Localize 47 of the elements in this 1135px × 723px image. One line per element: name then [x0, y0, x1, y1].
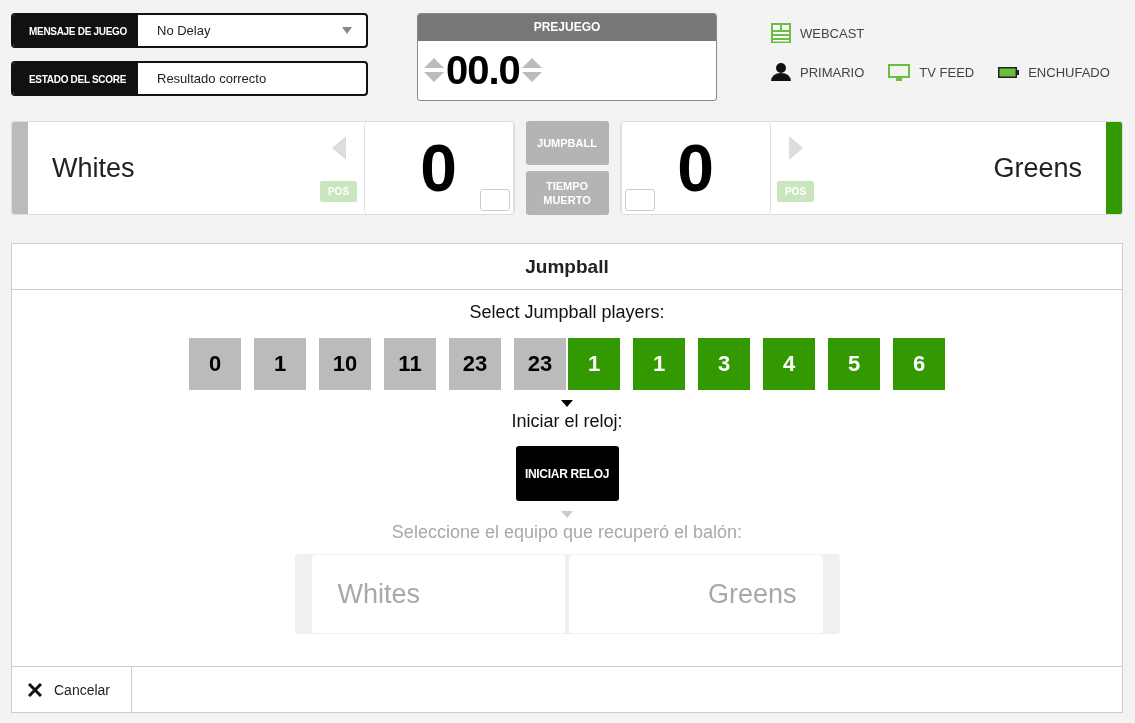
player-button[interactable]: 5 [828, 338, 880, 390]
message-dropdown[interactable]: MENSAJE DE JUEGO No Delay [11, 13, 368, 48]
player-button[interactable]: 23 [514, 338, 566, 390]
prompt-text: Seleccione el equipo que recuperó el balón: [391, 522, 743, 543]
field-label: ESTADO DEL SCORE [13, 63, 138, 94]
right-arrow-icon[interactable] [788, 136, 803, 160]
prompt-text: Iniciar el reloj: [511, 411, 623, 432]
team-score: 0 [420, 130, 457, 206]
action-button[interactable]: TIEMPO MUERTO [525, 171, 609, 215]
player-button[interactable]: 0 [189, 338, 241, 390]
status-label: ENCHUFADO [1028, 64, 1110, 80]
player-button[interactable]: 23 [449, 338, 501, 390]
small-box[interactable] [479, 189, 510, 211]
start-clock-button[interactable]: INICIAR RELOJ [515, 446, 619, 501]
player-button[interactable]: 1 [568, 338, 620, 390]
person-icon [771, 63, 791, 81]
player-button[interactable]: 1 [633, 338, 685, 390]
action-button[interactable]: JUMPBALL [525, 121, 609, 165]
monitor-icon [888, 63, 911, 81]
team-score: 0 [677, 130, 714, 206]
close-icon [28, 682, 42, 697]
team-name: Whites [52, 152, 135, 184]
panel-title: Jumpball [12, 244, 1122, 290]
player-button[interactable]: 11 [384, 338, 436, 390]
caret-icon [342, 27, 352, 34]
field-label: MENSAJE DE JUEGO [13, 15, 138, 46]
status-label: PRIMARIO [800, 64, 865, 80]
prompt-text: Select Jumpball players: [469, 302, 665, 323]
scoreboard-icon [771, 23, 791, 43]
step-marker-icon [561, 400, 573, 407]
left-arrow-icon[interactable] [331, 136, 346, 160]
clock-title: PREJUEGO [418, 14, 716, 41]
player-button[interactable]: 10 [319, 338, 371, 390]
battery-icon [998, 66, 1020, 78]
team-name: Greens [993, 152, 1082, 184]
player-button[interactable]: 3 [698, 338, 750, 390]
player-button[interactable]: 6 [893, 338, 945, 390]
field-value: No Delay [157, 23, 211, 38]
player-button[interactable]: 1 [254, 338, 306, 390]
field-value: Resultado correcto [157, 71, 267, 86]
step-marker-icon [561, 511, 573, 518]
clock-time: 00.0 [446, 47, 520, 93]
status-label: WEBCAST [800, 25, 865, 41]
small-box[interactable] [624, 189, 655, 211]
score-state-field[interactable]: ESTADO DEL SCORE Resultado correcto [11, 61, 368, 96]
player-button[interactable]: 4 [763, 338, 815, 390]
status-label: TV FEED [919, 64, 975, 80]
